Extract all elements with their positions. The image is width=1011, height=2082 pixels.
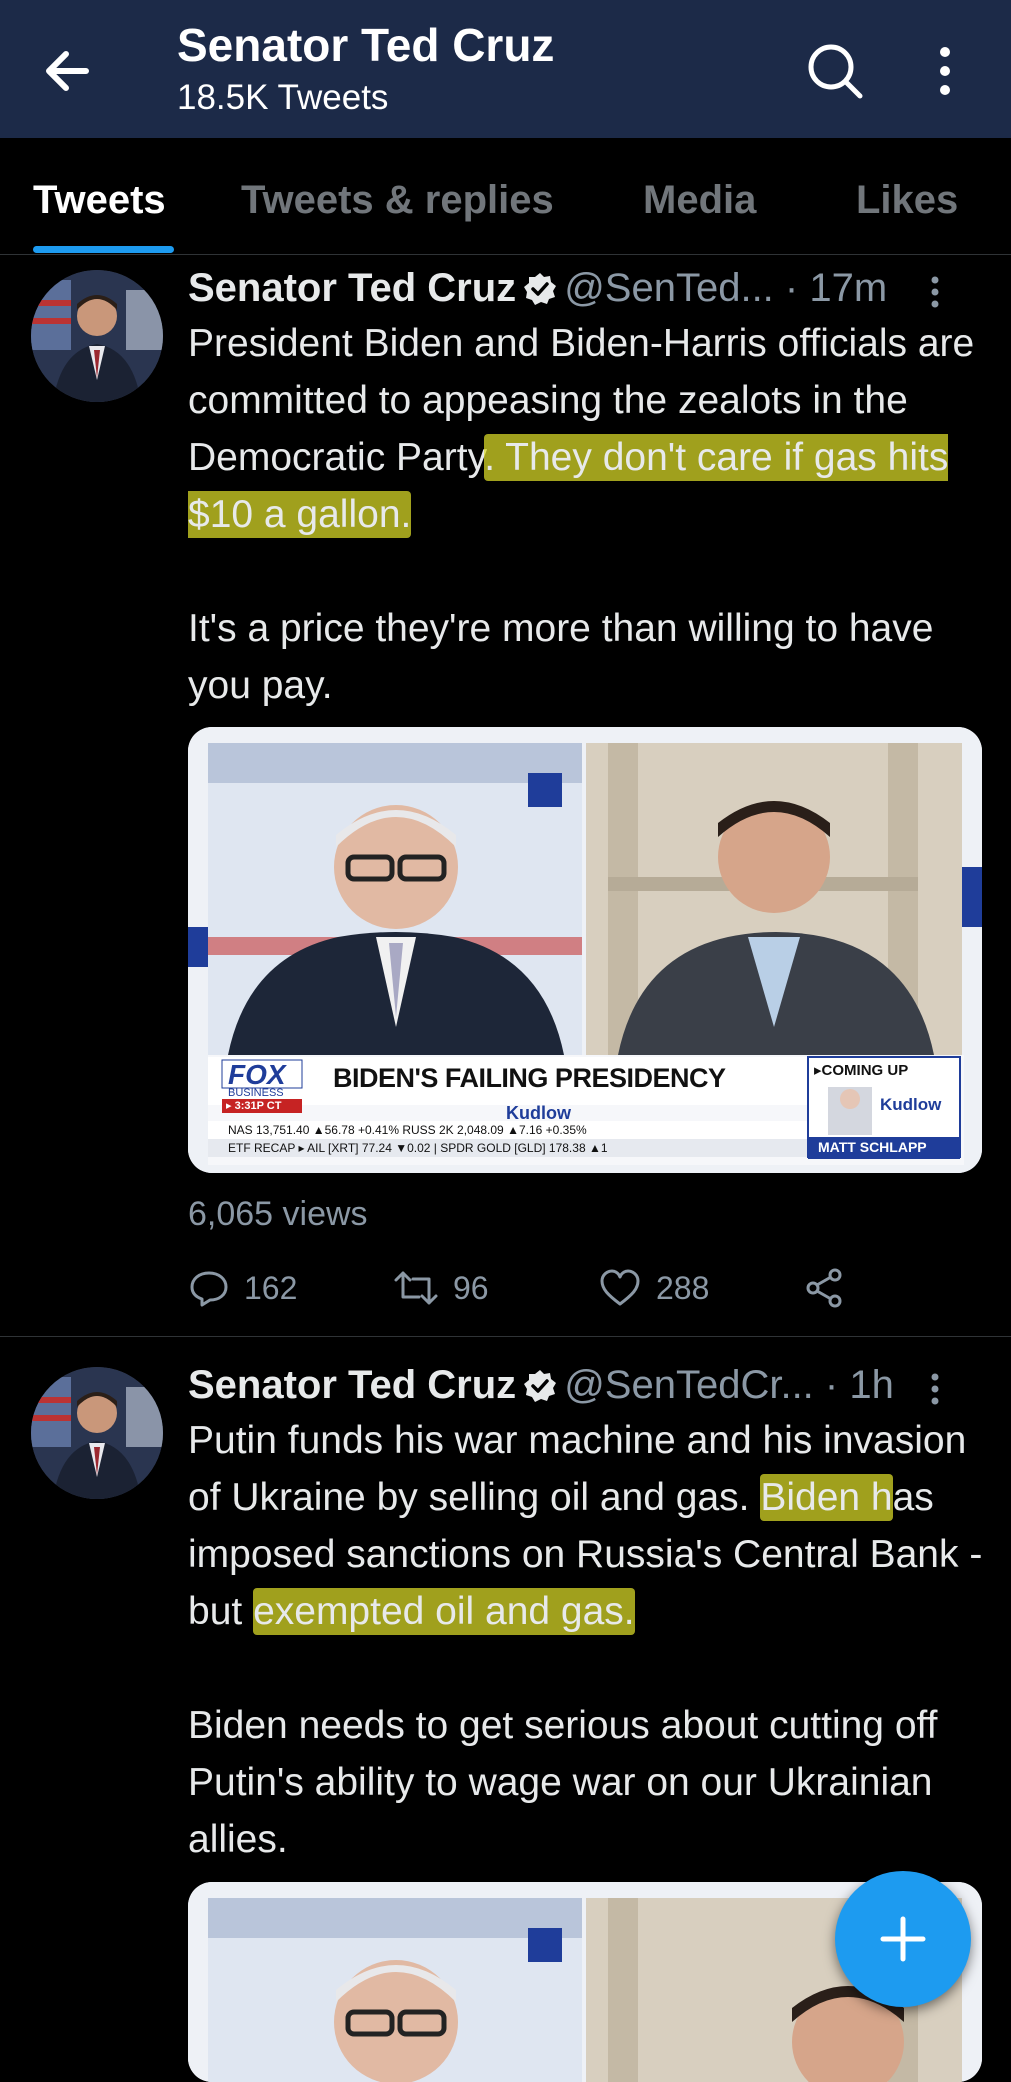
network-sub: BUSINESS	[228, 1087, 284, 1099]
tweet[interactable]: Senator Ted Cruz @SenTed... · 17m Preside…	[0, 255, 1011, 1335]
share-button[interactable]	[803, 1263, 861, 1313]
ticker-line-2: ETF RECAP ▸ AIL [XRT] 77.24 ▼0.02 | SPDR…	[228, 1141, 608, 1155]
profile-header: Senator Ted Cruz 18.5K Tweets	[0, 0, 1011, 138]
reply-button[interactable]: 162	[188, 1263, 297, 1313]
profile-photo	[31, 1367, 163, 1499]
like-count: 288	[656, 1269, 710, 1306]
tweet-body: President Biden and Biden-Harris officia…	[188, 315, 988, 714]
tweet-paragraph: Putin funds his war machine and his inva…	[188, 1412, 988, 1640]
retweet-count: 96	[453, 1269, 489, 1306]
tweet-paragraph: It's a price they're more than willing t…	[188, 607, 934, 707]
tweet-header: Senator Ted Cruz @SenTed... · 17m	[188, 263, 988, 313]
profile-photo	[31, 270, 163, 402]
tweet-more-icon[interactable]	[928, 271, 942, 321]
tweet-paragraph: Biden needs to get serious about cutting…	[188, 1704, 938, 1861]
more-button[interactable]	[920, 36, 970, 106]
active-tab-indicator	[33, 246, 174, 253]
avatar[interactable]	[31, 270, 163, 402]
profile-tabs: Tweets Tweets & replies Media Likes	[0, 138, 1011, 255]
video-thumbnail	[188, 727, 982, 1173]
tweet-media[interactable]: FOX BUSINESS ▸ 3:31P CT BIDEN'S FAILING …	[188, 727, 982, 1173]
tab-media[interactable]: Media	[643, 178, 756, 223]
verified-badge-icon	[522, 1366, 558, 1416]
verified-badge-icon	[522, 269, 558, 319]
coming-up-show: Kudlow	[880, 1095, 942, 1114]
avatar[interactable]	[31, 1367, 163, 1499]
ticker-line-1: NAS 13,751.40 ▲56.78 +0.41% RUSS 2K 2,04…	[228, 1123, 587, 1137]
tweet-divider	[0, 1336, 1011, 1337]
highlighted-text: Biden h	[760, 1474, 893, 1521]
author-name[interactable]: Senator Ted Cruz	[188, 266, 516, 310]
like-button[interactable]: 288	[598, 1263, 709, 1313]
retweet-button[interactable]: 96	[393, 1263, 489, 1313]
tweet-count: 18.5K Tweets	[177, 78, 389, 117]
tweet-header: Senator Ted Cruz @SenTedCr... · 1h	[188, 1360, 988, 1410]
reply-count: 162	[244, 1269, 298, 1306]
tweet-actions: 162 96 288	[188, 1263, 888, 1313]
search-button[interactable]	[800, 36, 870, 106]
search-icon	[808, 44, 863, 99]
coming-up-label: ▸COMING UP	[814, 1062, 909, 1079]
more-vertical-icon	[940, 47, 950, 95]
back-button[interactable]	[34, 36, 104, 106]
view-count: 6,065 views	[188, 1195, 368, 1233]
retweet-icon	[394, 1271, 438, 1305]
tweet-more-icon[interactable]	[928, 1368, 942, 1418]
tweet-time[interactable]: · 1h	[825, 1363, 894, 1407]
heart-icon	[600, 1269, 640, 1306]
tab-tweets[interactable]: Tweets	[33, 178, 166, 223]
broadcast-clock: ▸ 3:31P CT	[226, 1100, 282, 1112]
tweet-paragraph: President Biden and Biden-Harris officia…	[188, 315, 988, 543]
share-icon	[806, 1268, 842, 1308]
author-name[interactable]: Senator Ted Cruz	[188, 1363, 516, 1407]
compose-tweet-button[interactable]	[835, 1871, 971, 2007]
author-handle[interactable]: @SenTed...	[564, 266, 774, 310]
plus-icon	[880, 1916, 926, 1962]
arrow-left-icon	[46, 51, 89, 91]
author-handle[interactable]: @SenTedCr...	[564, 1363, 814, 1407]
tweet-body: Putin funds his war machine and his inva…	[188, 1412, 988, 1868]
coming-up-guest: MATT SCHLAPP	[818, 1139, 927, 1155]
tab-tweets-replies[interactable]: Tweets & replies	[241, 178, 554, 223]
highlighted-text: exempted oil and gas.	[253, 1588, 635, 1635]
tweet-time[interactable]: · 17m	[785, 266, 887, 310]
header-title: Senator Ted Cruz	[177, 19, 555, 71]
tab-likes[interactable]: Likes	[856, 178, 958, 223]
banner-headline: BIDEN'S FAILING PRESIDENCY	[333, 1063, 726, 1093]
show-name: Kudlow	[506, 1103, 571, 1123]
reply-icon	[190, 1271, 228, 1307]
